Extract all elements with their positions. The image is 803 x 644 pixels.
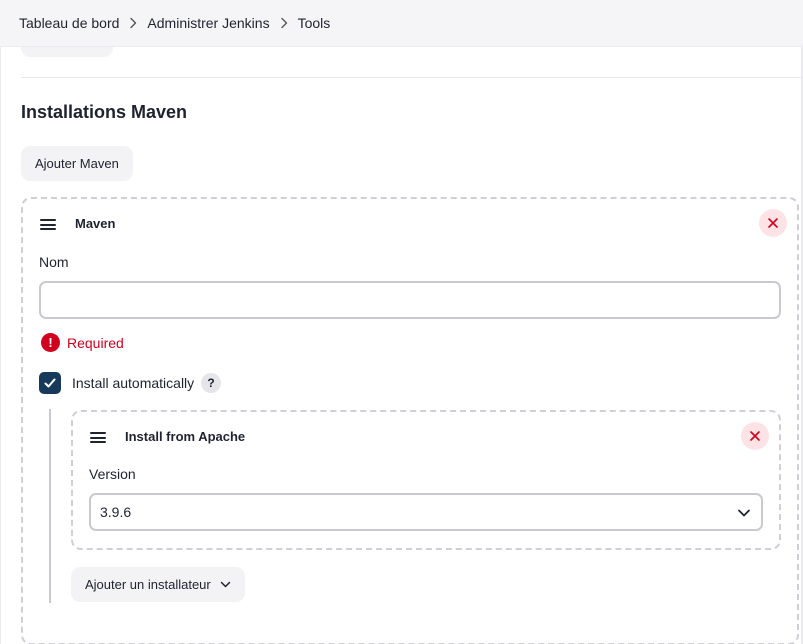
help-icon[interactable]: ? — [201, 373, 221, 393]
close-icon — [768, 218, 778, 228]
section-divider — [21, 77, 803, 78]
chevron-right-icon — [270, 17, 298, 29]
delete-maven-button[interactable] — [759, 209, 787, 237]
installer-card-title: Install from Apache — [125, 429, 246, 444]
error-message: ! Required — [41, 333, 124, 352]
maven-card-title: Maven — [75, 216, 116, 231]
drag-handle-icon[interactable] — [40, 219, 56, 231]
breadcrumb: Tableau de bord Administrer Jenkins Tool… — [0, 0, 803, 47]
drag-handle-icon[interactable] — [90, 432, 106, 444]
close-icon — [750, 431, 760, 441]
install-automatically-label[interactable]: Install automatically — [72, 375, 194, 391]
version-select[interactable]: 3.9.6 — [89, 493, 763, 531]
chevron-right-icon — [119, 17, 147, 29]
add-maven-button[interactable]: Ajouter Maven — [21, 146, 133, 181]
install-automatically-checkbox[interactable] — [39, 372, 61, 394]
error-icon: ! — [41, 333, 60, 352]
left-edge — [0, 47, 1, 644]
name-input[interactable] — [39, 281, 781, 319]
chevron-down-icon — [220, 581, 230, 588]
add-installer-label: Ajouter un installateur — [85, 577, 211, 592]
name-label: Nom — [39, 254, 69, 270]
section-title: Installations Maven — [21, 102, 188, 122]
breadcrumb-item-manage-jenkins[interactable]: Administrer Jenkins — [147, 15, 269, 31]
version-label: Version — [89, 466, 136, 482]
version-select-value: 3.9.6 — [100, 504, 132, 520]
delete-installer-button[interactable] — [741, 422, 769, 450]
error-text: Required — [67, 334, 124, 351]
add-installer-button[interactable]: Ajouter un installateur — [71, 567, 245, 602]
breadcrumb-item-tools[interactable]: Tools — [298, 15, 331, 31]
nested-indent-line — [49, 409, 51, 603]
check-icon — [44, 378, 56, 388]
chevron-down-icon — [738, 509, 750, 517]
page: Tableau de bord Administrer Jenkins Tool… — [0, 0, 803, 644]
breadcrumb-item-dashboard[interactable]: Tableau de bord — [19, 15, 119, 31]
